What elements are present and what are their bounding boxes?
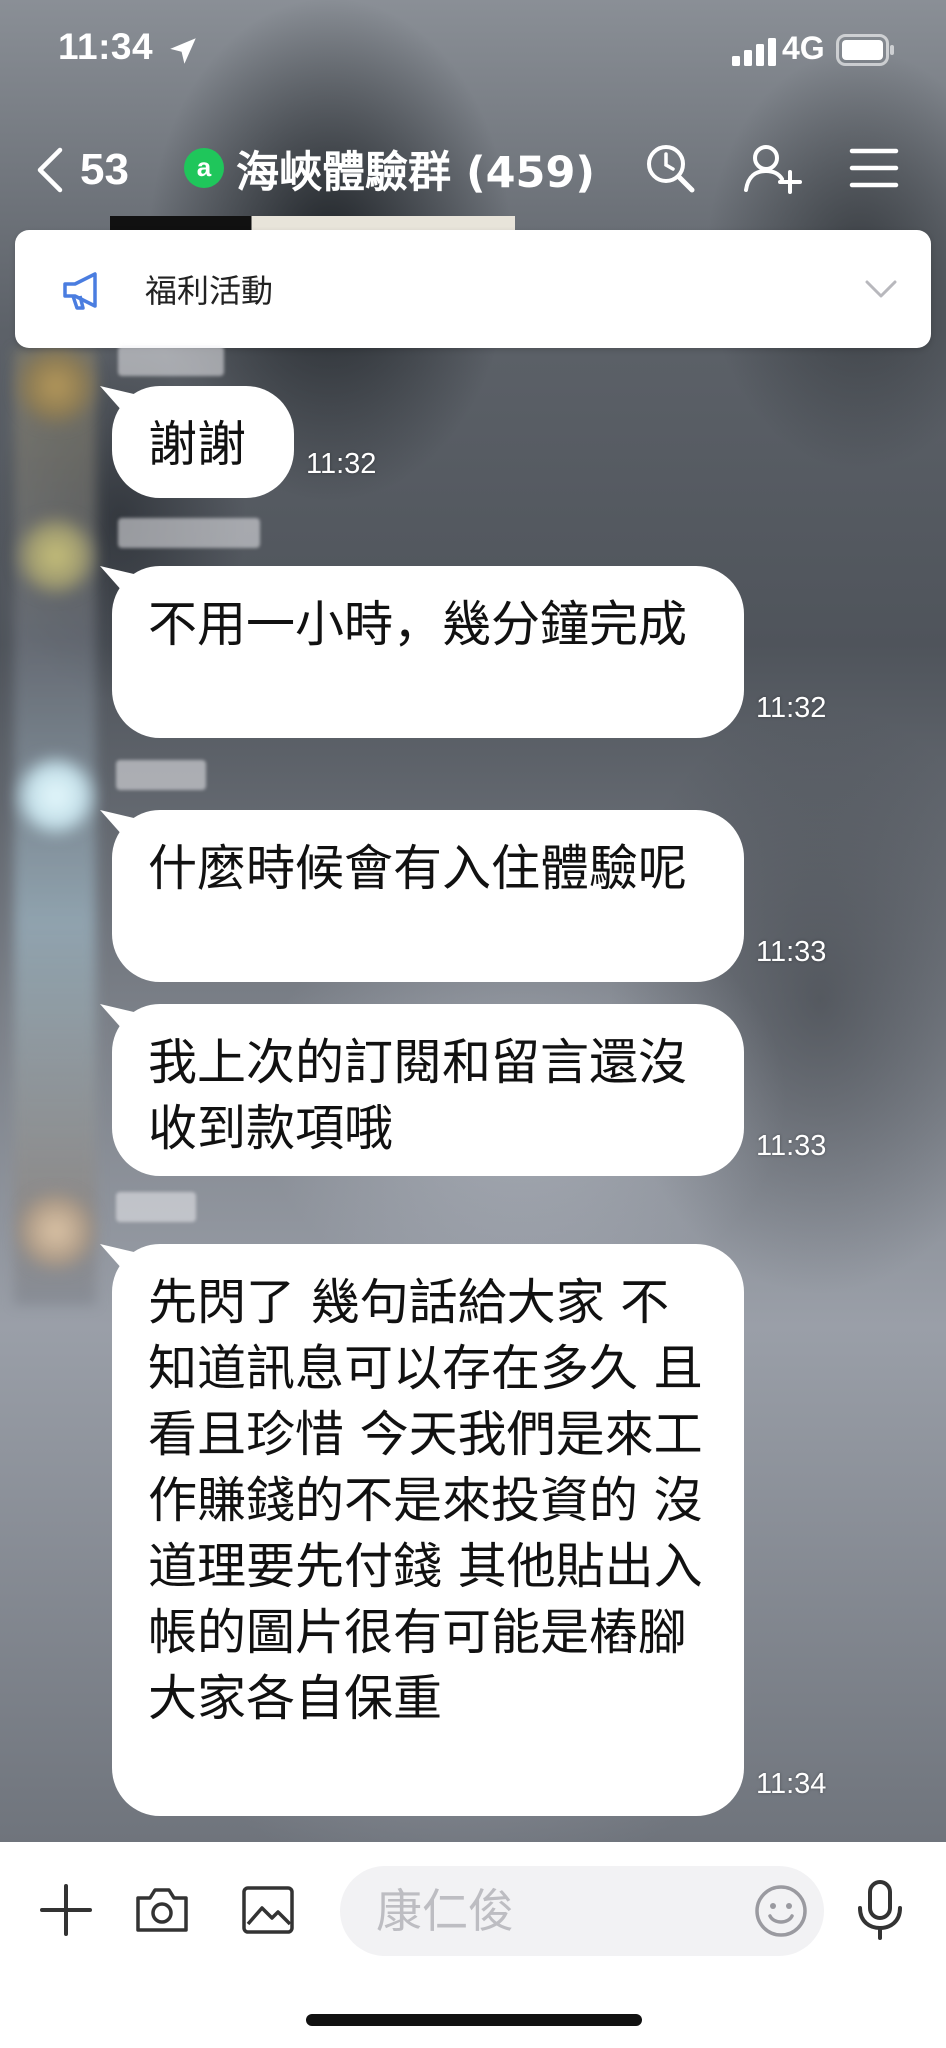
chat-title[interactable]: 海峽體驗群 (459) bbox=[236, 138, 595, 200]
chat-header: 53 a 海峽體驗群 (459) bbox=[0, 120, 946, 215]
sender-avatar bbox=[20, 760, 92, 832]
message-time: 11:32 bbox=[306, 448, 377, 480]
hamburger-menu-icon[interactable] bbox=[844, 138, 904, 198]
sender-name-redacted bbox=[116, 1192, 196, 1222]
message-bubble[interactable]: 什麼時候會有入住體驗呢 bbox=[112, 810, 744, 982]
megaphone-icon bbox=[63, 272, 97, 310]
network-type: 4G bbox=[782, 30, 825, 66]
announcement-banner[interactable]: 福利活動 bbox=[15, 230, 931, 348]
message-text: 先閃了 幾句話給大家 不知道訊息可以存在多久 且看且珍惜 今天我們是來工作賺錢的… bbox=[148, 1274, 703, 1727]
signal-bars-icon bbox=[732, 38, 776, 66]
sender-avatar bbox=[20, 520, 92, 592]
sender-name-redacted bbox=[118, 518, 260, 548]
message-bubble[interactable]: 不用一小時，幾分鐘完成 bbox=[112, 566, 744, 738]
sender-avatar bbox=[20, 1195, 92, 1267]
message-bubble[interactable]: 我上次的訂閱和留言還沒收到款項哦 bbox=[112, 1004, 744, 1176]
chevron-down-icon[interactable] bbox=[863, 274, 899, 304]
microphone-icon[interactable] bbox=[852, 1878, 908, 1942]
search-icon[interactable] bbox=[640, 138, 700, 198]
message-bubble[interactable]: 謝謝 bbox=[112, 386, 294, 498]
message-time: 11:33 bbox=[756, 1130, 827, 1162]
message-text: 我上次的訂閱和留言還沒收到款項哦 bbox=[148, 1034, 688, 1157]
message-text: 什麼時候會有入住體驗呢 bbox=[148, 840, 688, 897]
unread-count: 53 bbox=[80, 145, 129, 194]
status-bar: 11:34 4G bbox=[0, 0, 946, 100]
status-time: 11:34 bbox=[58, 26, 154, 67]
plus-icon[interactable] bbox=[36, 1880, 96, 1940]
sender-name-redacted bbox=[116, 760, 206, 790]
message-time: 11:34 bbox=[756, 1768, 827, 1800]
announcement-text: 福利活動 bbox=[145, 272, 274, 310]
image-icon[interactable] bbox=[238, 1880, 298, 1940]
back-button[interactable]: 53 bbox=[34, 140, 129, 200]
message-text: 謝謝 bbox=[148, 416, 247, 473]
message-bubble[interactable]: 先閃了 幾句話給大家 不知道訊息可以存在多久 且看且珍惜 今天我們是來工作賺錢的… bbox=[112, 1244, 744, 1816]
location-arrow-icon bbox=[170, 38, 196, 64]
sender-avatar bbox=[20, 350, 92, 422]
home-indicator bbox=[306, 2014, 642, 2026]
header-divider bbox=[110, 216, 515, 230]
camera-icon[interactable] bbox=[132, 1880, 192, 1940]
battery-icon bbox=[836, 34, 894, 66]
message-text: 不用一小時，幾分鐘完成 bbox=[148, 596, 688, 653]
open-chat-badge: a bbox=[184, 148, 224, 188]
chevron-left-icon bbox=[37, 147, 63, 193]
message-time: 11:33 bbox=[756, 936, 827, 968]
sender-name-redacted bbox=[118, 346, 224, 376]
emoji-icon[interactable] bbox=[752, 1882, 810, 1940]
message-time: 11:32 bbox=[756, 692, 827, 724]
add-friend-icon[interactable] bbox=[742, 138, 802, 198]
